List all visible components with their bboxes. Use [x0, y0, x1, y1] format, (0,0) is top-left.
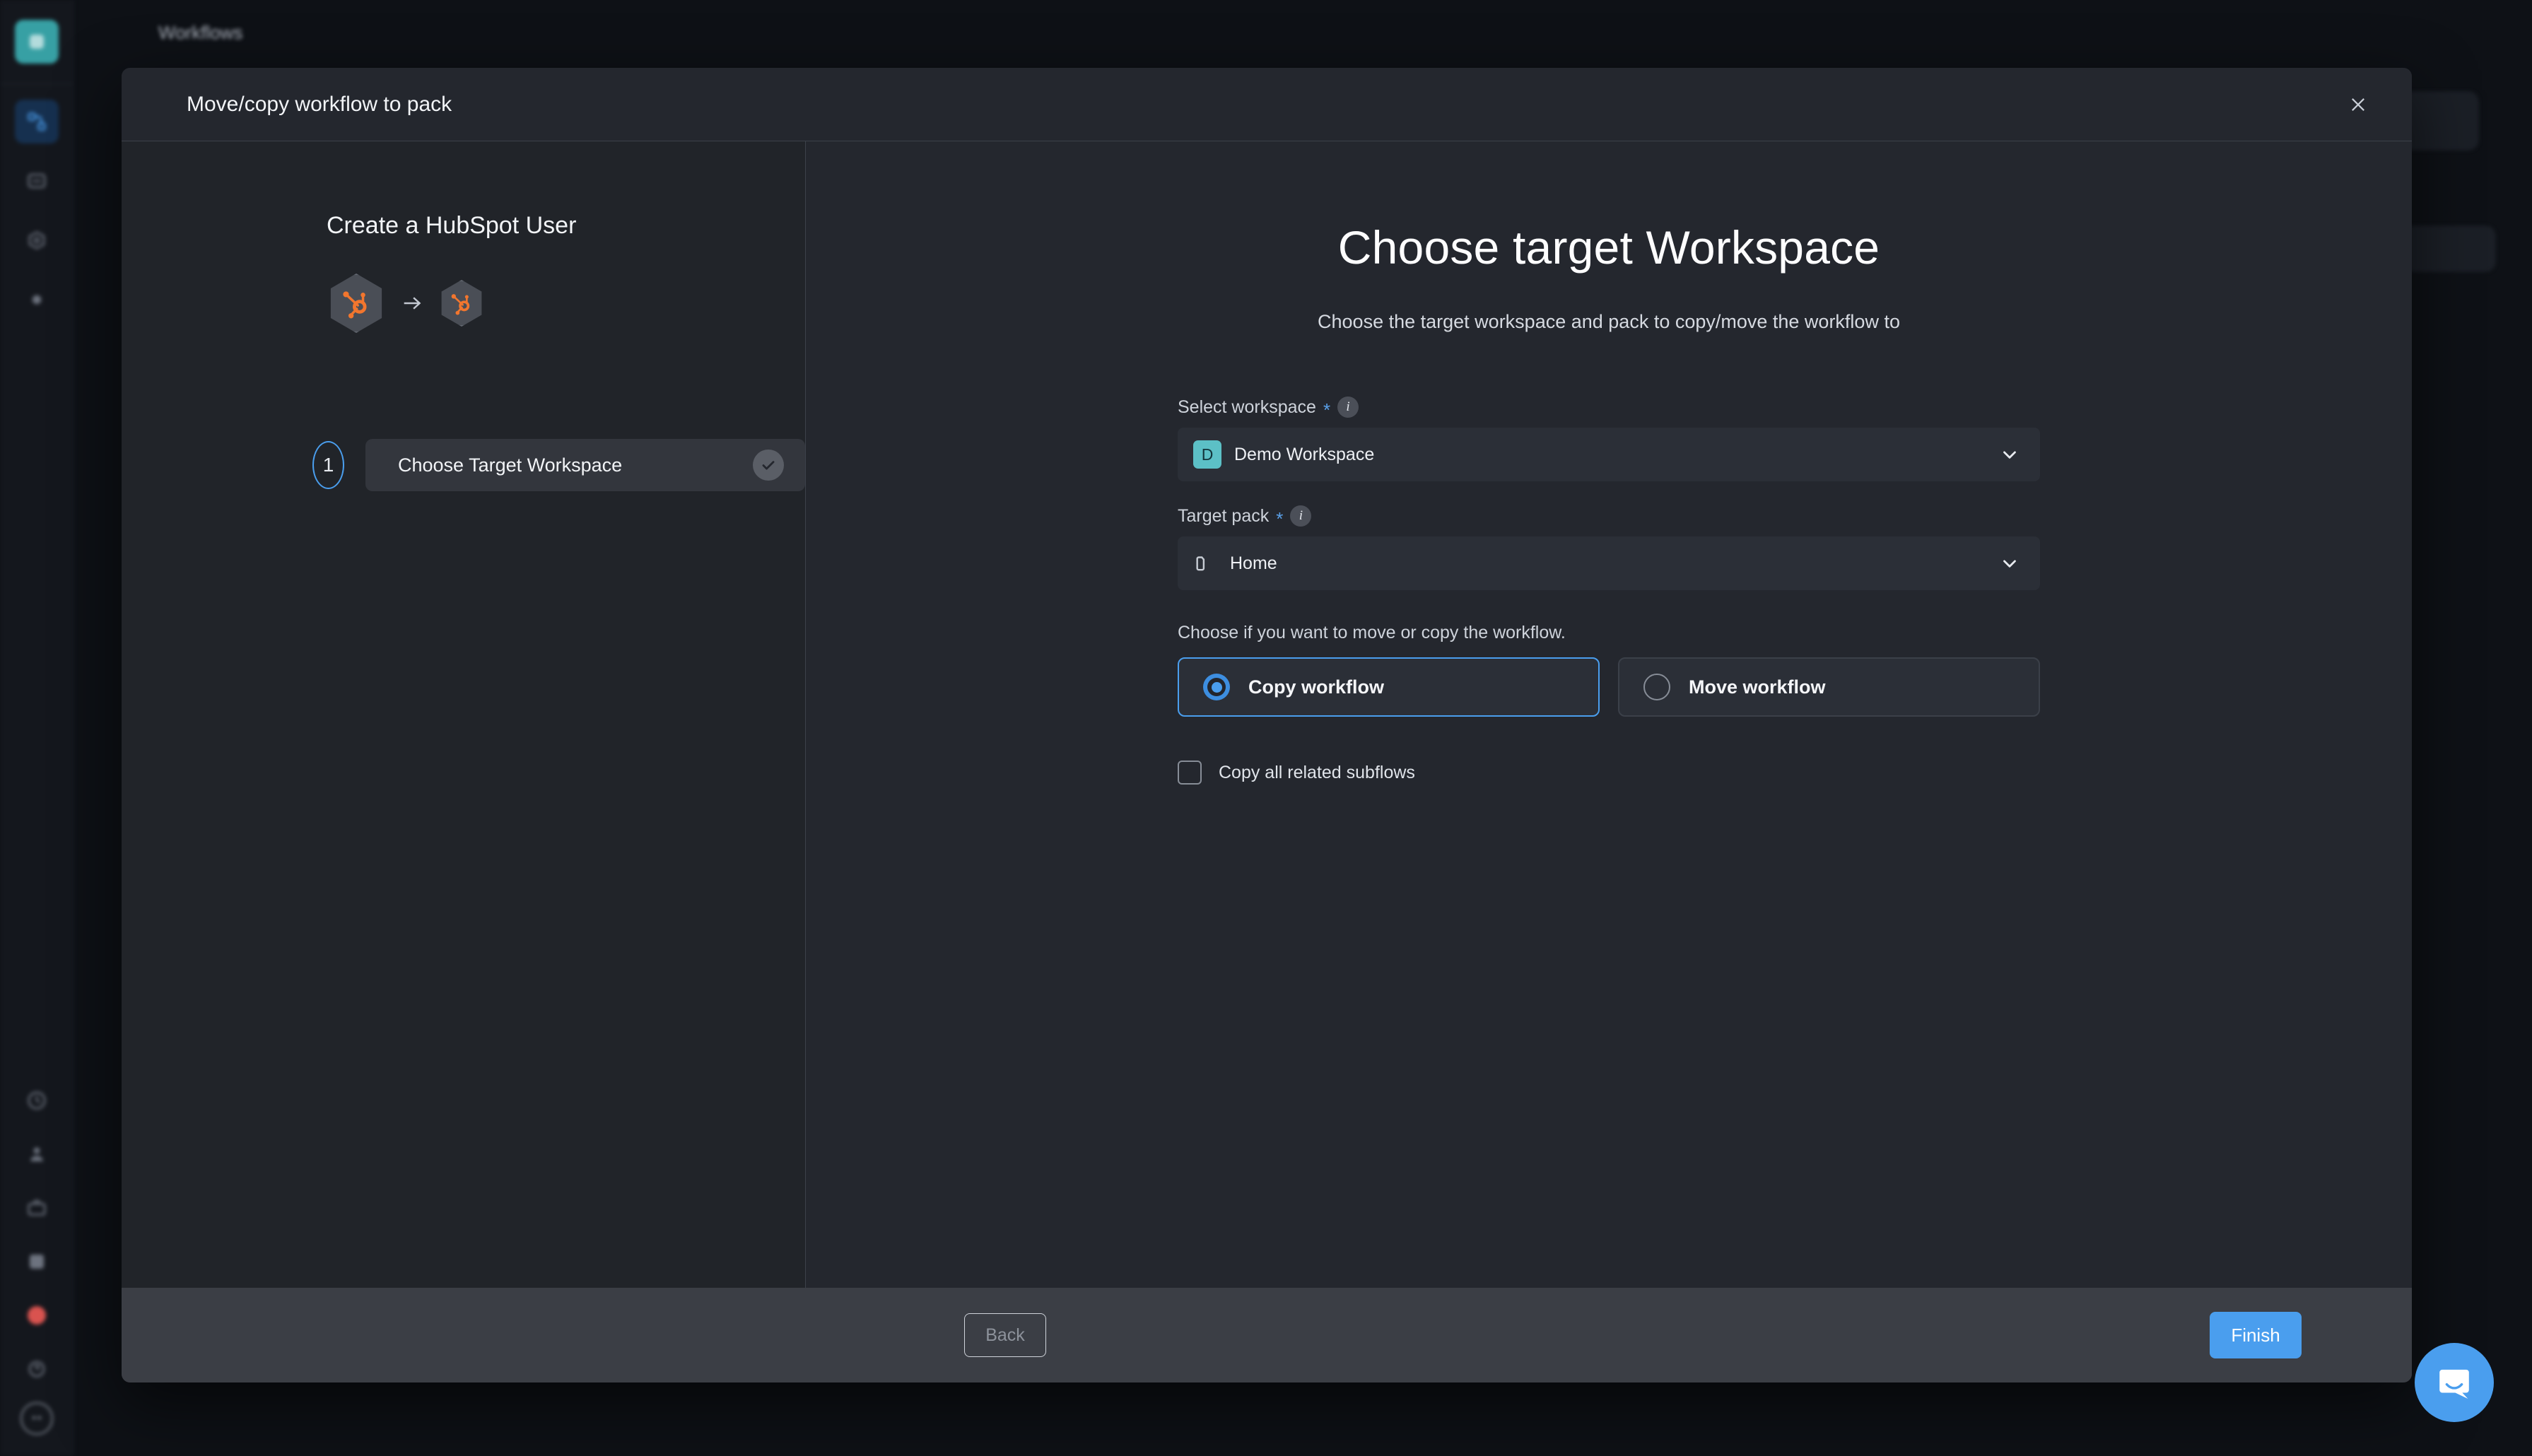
app-root: Workflows Move/copy workflow to pack Cre… — [0, 0, 2532, 1456]
choice-move-workflow[interactable]: Move workflow — [1618, 657, 2040, 717]
chevron-down-icon — [1999, 553, 2020, 574]
background-card-3 — [2403, 226, 2495, 271]
wizard-step-label: Choose Target Workspace — [398, 454, 623, 476]
field-label-row: Select workspace * i — [1178, 397, 2040, 421]
choice-copy-workflow[interactable]: Copy workflow — [1178, 657, 1600, 717]
hubspot-icon — [451, 294, 470, 315]
source-app-badge — [327, 274, 386, 333]
required-marker: * — [1276, 508, 1284, 529]
info-icon[interactable]: i — [1337, 397, 1359, 418]
workflow-icon — [26, 111, 47, 132]
finish-button[interactable]: Finish — [2210, 1312, 2302, 1358]
chevron-down-icon — [1999, 444, 2020, 465]
workspace-logo-glyph — [29, 35, 44, 49]
step-complete-badge — [753, 450, 784, 481]
close-icon — [2352, 98, 2364, 111]
clock-icon — [26, 1090, 47, 1111]
field-select-workspace: Select workspace * i D Demo Workspace — [1178, 397, 2040, 481]
sidebar-item-settings[interactable] — [15, 278, 59, 322]
modal-left-pane: Create a HubSpot User 1 Choose Target Wo… — [122, 141, 806, 1288]
choice-copy-workflow-label: Copy workflow — [1248, 676, 1385, 698]
chat-launcher-button[interactable] — [2415, 1343, 2494, 1422]
sidebar-item-apps[interactable] — [15, 1240, 59, 1284]
target-pack-select[interactable]: Home — [1178, 536, 2040, 590]
avatar[interactable] — [20, 1402, 53, 1435]
inbox-icon — [26, 170, 47, 192]
field-target-pack: Target pack * i Home — [1178, 505, 2040, 590]
avatar-face-icon — [32, 1416, 41, 1419]
copy-subflows-label: Copy all related subflows — [1219, 762, 1415, 782]
move-copy-workflow-modal: Move/copy workflow to pack Create a HubS… — [122, 68, 2412, 1382]
check-icon — [762, 461, 775, 470]
copy-subflows-checkbox[interactable] — [1178, 761, 1202, 785]
sidebar-item-jobs[interactable] — [15, 1186, 59, 1230]
workflow-transfer-icons — [122, 274, 805, 333]
modal-title: Move/copy workflow to pack — [187, 92, 452, 116]
gear-icon — [26, 289, 47, 310]
grid-icon — [26, 1251, 47, 1272]
sidebar-item-people[interactable] — [15, 1132, 59, 1176]
sidebar-item-history[interactable] — [15, 1079, 59, 1122]
target-pack-select-value: Home — [1230, 553, 1277, 573]
help-icon — [26, 1358, 47, 1380]
page-title: Workflows — [158, 21, 243, 43]
sidebar-item-help[interactable] — [15, 1347, 59, 1391]
target-app-badge — [438, 280, 485, 327]
target-workspace-form: Select workspace * i D Demo Workspace Ta… — [1178, 397, 2040, 785]
back-button[interactable]: Back — [964, 1313, 1046, 1357]
choice-move-workflow-label: Move workflow — [1689, 676, 1826, 698]
field-label-row: Target pack * i — [1178, 505, 2040, 529]
radio-copy-workflow[interactable] — [1203, 674, 1230, 700]
workspace-select-value: Demo Workspace — [1234, 444, 1375, 464]
modal-footer: Back Finish — [122, 1288, 2412, 1382]
workflow-name: Create a HubSpot User — [327, 212, 577, 239]
notification-dot-icon — [27, 1306, 46, 1325]
top-bar: Workflows — [74, 0, 2532, 65]
sidebar-divider — [0, 83, 74, 84]
sidebar-item-workflows[interactable] — [14, 100, 59, 143]
close-button[interactable] — [2338, 85, 2378, 124]
sidebar-item-packs[interactable] — [15, 218, 59, 262]
arrow-right-icon — [400, 291, 424, 315]
person-icon — [26, 1144, 47, 1165]
step-heading: Choose target Workspace — [1337, 221, 1880, 274]
chat-bubble-icon — [2439, 1369, 2469, 1399]
sidebar-item-alerts[interactable] — [15, 1293, 59, 1337]
modal-header: Move/copy workflow to pack — [122, 68, 2412, 141]
folder-icon — [1193, 551, 1217, 575]
field-label-text: Target pack — [1178, 505, 1270, 526]
workspace-select[interactable]: D Demo Workspace — [1178, 428, 2040, 481]
info-icon[interactable]: i — [1290, 505, 1312, 527]
step-subtitle: Choose the target workspace and pack to … — [1318, 311, 1900, 332]
wizard-step-choose-target-workspace[interactable]: Choose Target Workspace — [365, 439, 805, 491]
sidebar-item-inbox[interactable] — [15, 159, 59, 203]
radio-move-workflow[interactable] — [1643, 674, 1670, 700]
choice-instruction: Choose if you want to move or copy the w… — [1178, 623, 1566, 642]
hubspot-icon — [343, 291, 367, 319]
modal-body: Create a HubSpot User 1 Choose Target Wo… — [122, 141, 2412, 1288]
field-label-text: Select workspace — [1178, 397, 1316, 417]
briefcase-icon — [26, 1197, 47, 1219]
left-sidebar — [0, 0, 74, 1456]
workspace-avatar: D — [1193, 440, 1221, 469]
wizard-steps: 1 Choose Target Workspace — [122, 439, 805, 491]
modal-right-pane: Choose target Workspace Choose the targe… — [806, 141, 2412, 1288]
sidebar-bottom-group — [15, 1069, 59, 1456]
packs-icon — [26, 230, 47, 251]
copy-subflows-row[interactable]: Copy all related subflows — [1178, 761, 2040, 785]
step-number: 1 — [312, 441, 344, 489]
move-copy-choice-group: Copy workflow Move workflow — [1178, 657, 2040, 717]
workspace-logo[interactable] — [14, 20, 59, 64]
required-marker: * — [1323, 399, 1331, 421]
